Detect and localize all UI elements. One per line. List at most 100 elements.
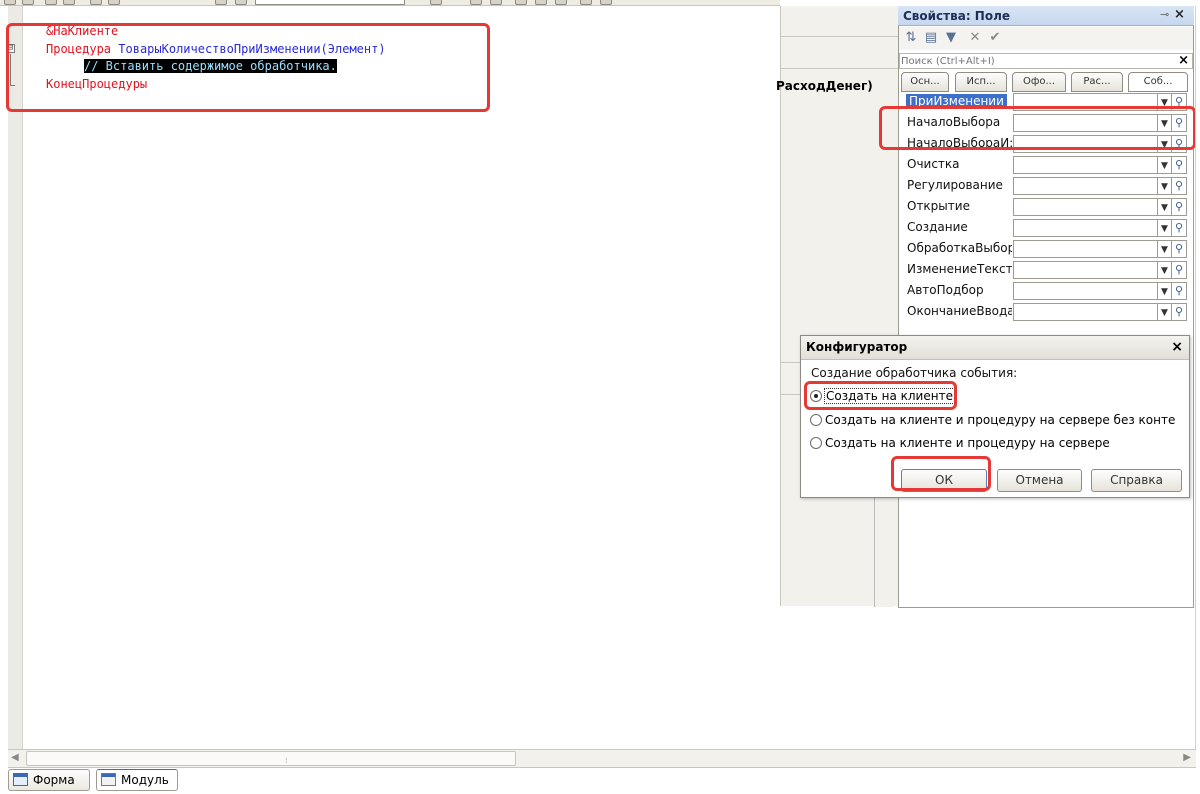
form-divider: [781, 36, 899, 37]
event-handler-field[interactable]: [1013, 198, 1158, 216]
tab-placement[interactable]: Рас...: [1071, 72, 1123, 92]
properties-toolbar: ⇅ ▤ ▼ ✕ ✔: [899, 27, 1193, 50]
form-icon: [13, 773, 28, 786]
dropdown-icon[interactable]: ▼: [1158, 240, 1172, 258]
tab-events[interactable]: Соб...: [1128, 72, 1188, 92]
magnifier-icon[interactable]: ⚲: [1172, 282, 1187, 300]
delete-icon[interactable]: ✕: [966, 29, 984, 47]
dropdown-icon[interactable]: ▼: [1158, 156, 1172, 174]
event-row[interactable]: ОкончаниеВвода ▼ ⚲: [899, 302, 1193, 322]
toolbar-button-icon[interactable]: [600, 0, 612, 5]
dialog-prompt: Создание обработчика события:: [811, 366, 1018, 380]
dialog-title: Конфигуратор: [806, 340, 908, 354]
toolbar-button-icon[interactable]: [235, 0, 247, 5]
tab-module[interactable]: Модуль: [96, 769, 178, 791]
tab-form[interactable]: Форма: [8, 769, 90, 791]
toolbar-button-icon[interactable]: [535, 0, 547, 5]
tab-usage[interactable]: Исп...: [955, 72, 1007, 92]
dropdown-icon[interactable]: ▼: [1158, 303, 1172, 321]
editor-gutter: [8, 6, 23, 749]
toolbar-button-icon[interactable]: [470, 0, 482, 5]
event-handler-field[interactable]: [1013, 177, 1158, 195]
form-divider: [781, 68, 899, 69]
apply-icon[interactable]: ✔: [986, 29, 1004, 47]
event-row[interactable]: Очистка ▼ ⚲: [899, 155, 1193, 175]
highlight-box-option: [804, 381, 957, 410]
toolbar-button-icon[interactable]: [490, 0, 502, 5]
toolbar-button-icon[interactable]: [555, 0, 567, 5]
pin-icon[interactable]: ⊸: [1160, 8, 1169, 21]
tab-main[interactable]: Осн...: [901, 72, 949, 92]
radio-unchecked-icon[interactable]: [810, 414, 822, 426]
event-handler-field[interactable]: [1013, 303, 1158, 321]
dropdown-icon[interactable]: ▼: [1158, 282, 1172, 300]
event-row[interactable]: ИзменениеТекст ▼ ⚲: [899, 260, 1193, 280]
close-icon[interactable]: ×: [1174, 7, 1185, 22]
cancel-button[interactable]: Отмена: [997, 469, 1082, 492]
toolbar-button-icon[interactable]: [63, 0, 75, 5]
help-button[interactable]: Справка: [1091, 469, 1182, 492]
dropdown-icon[interactable]: ▼: [1158, 261, 1172, 279]
tab-module-label: Модуль: [121, 773, 169, 787]
option-create-client-server-no-context[interactable]: Создать на клиенте и процедуру на сервер…: [810, 412, 1180, 430]
form-scrollbar[interactable]: [874, 497, 894, 607]
magnifier-icon[interactable]: ⚲: [1172, 156, 1187, 174]
magnifier-icon[interactable]: ⚲: [1172, 261, 1187, 279]
dialog-titlebar: Конфигуратор ×: [801, 336, 1189, 360]
option-create-client-server[interactable]: Создать на клиенте и процедуру на сервер…: [810, 435, 1180, 453]
toolbar-button-icon[interactable]: [90, 0, 102, 5]
event-row[interactable]: Регулирование ▼ ⚲: [899, 176, 1193, 196]
highlight-box-ok: [891, 456, 991, 491]
close-icon[interactable]: ×: [1171, 339, 1183, 355]
configurator-dialog: Конфигуратор × Создание обработчика собы…: [800, 335, 1190, 498]
toolbar-button-icon[interactable]: [4, 0, 16, 5]
option-label: Создать на клиенте и процедуру на сервер…: [825, 413, 1175, 427]
dropdown-icon[interactable]: ▼: [1158, 198, 1172, 216]
event-handler-field[interactable]: [1013, 240, 1158, 258]
magnifier-icon[interactable]: ⚲: [1172, 303, 1187, 321]
scroll-left-icon[interactable]: ◀: [11, 752, 19, 763]
event-row[interactable]: Создание ▼ ⚲: [899, 218, 1193, 238]
scroll-right-icon[interactable]: ▶: [1183, 752, 1191, 763]
toolbar-button-icon[interactable]: [580, 0, 592, 5]
bottom-tab-bar: Форма Модуль: [0, 768, 1200, 794]
event-label: АвтоПодбор: [907, 283, 984, 297]
tab-appearance[interactable]: Офо...: [1012, 72, 1066, 92]
scroll-grip-icon: ⁞: [285, 756, 288, 765]
code-editor[interactable]: &НаКлиенте ⊟ Процедура ТоварыКоличествоП…: [6, 6, 885, 749]
radio-unchecked-icon[interactable]: [810, 437, 822, 449]
magnifier-icon[interactable]: ⚲: [1172, 219, 1187, 237]
properties-search-input[interactable]: [901, 54, 1171, 68]
magnifier-icon[interactable]: ⚲: [1172, 177, 1187, 195]
event-label: Регулирование: [907, 178, 1003, 192]
toolbar-button-icon[interactable]: [515, 0, 527, 5]
event-row[interactable]: ОбработкаВыбор ▼ ⚲: [899, 239, 1193, 259]
dropdown-icon[interactable]: ▼: [1158, 219, 1172, 237]
event-row[interactable]: АвтоПодбор ▼ ⚲: [899, 281, 1193, 301]
sort-az-icon[interactable]: ⇅: [902, 29, 920, 47]
clear-search-icon[interactable]: ×: [1178, 53, 1189, 68]
event-handler-field[interactable]: [1013, 156, 1158, 174]
toolbar-search-field[interactable]: [255, 0, 405, 5]
toolbar-button-icon[interactable]: [22, 0, 34, 5]
toolbar-button-icon[interactable]: [45, 0, 57, 5]
event-handler-field[interactable]: [1013, 261, 1158, 279]
properties-title: Свойства: Поле: [903, 9, 1011, 23]
event-handler-field[interactable]: [1013, 219, 1158, 237]
toolbar-button-icon[interactable]: [215, 0, 227, 5]
properties-search: ×: [899, 53, 1193, 69]
magnifier-icon[interactable]: ⚲: [1172, 198, 1187, 216]
scroll-thumb[interactable]: ⁞: [26, 751, 516, 766]
magnifier-icon[interactable]: ⚲: [1172, 240, 1187, 258]
horizontal-scrollbar[interactable]: ◀ ⁞ ▶: [8, 749, 1196, 768]
event-label: Очистка: [907, 157, 960, 171]
properties-titlebar: Свойства: Поле ⊸ ×: [898, 6, 1194, 26]
event-row[interactable]: Открытие ▼ ⚲: [899, 197, 1193, 217]
toolbar-button-icon[interactable]: [430, 0, 442, 5]
dropdown-icon[interactable]: ▼: [1158, 177, 1172, 195]
form-element-caption: РасходДенег): [776, 79, 873, 93]
categories-icon[interactable]: ▤: [922, 29, 940, 47]
filter-icon[interactable]: ▼: [942, 29, 960, 47]
event-handler-field[interactable]: [1013, 282, 1158, 300]
toolbar-button-icon[interactable]: [108, 0, 120, 5]
